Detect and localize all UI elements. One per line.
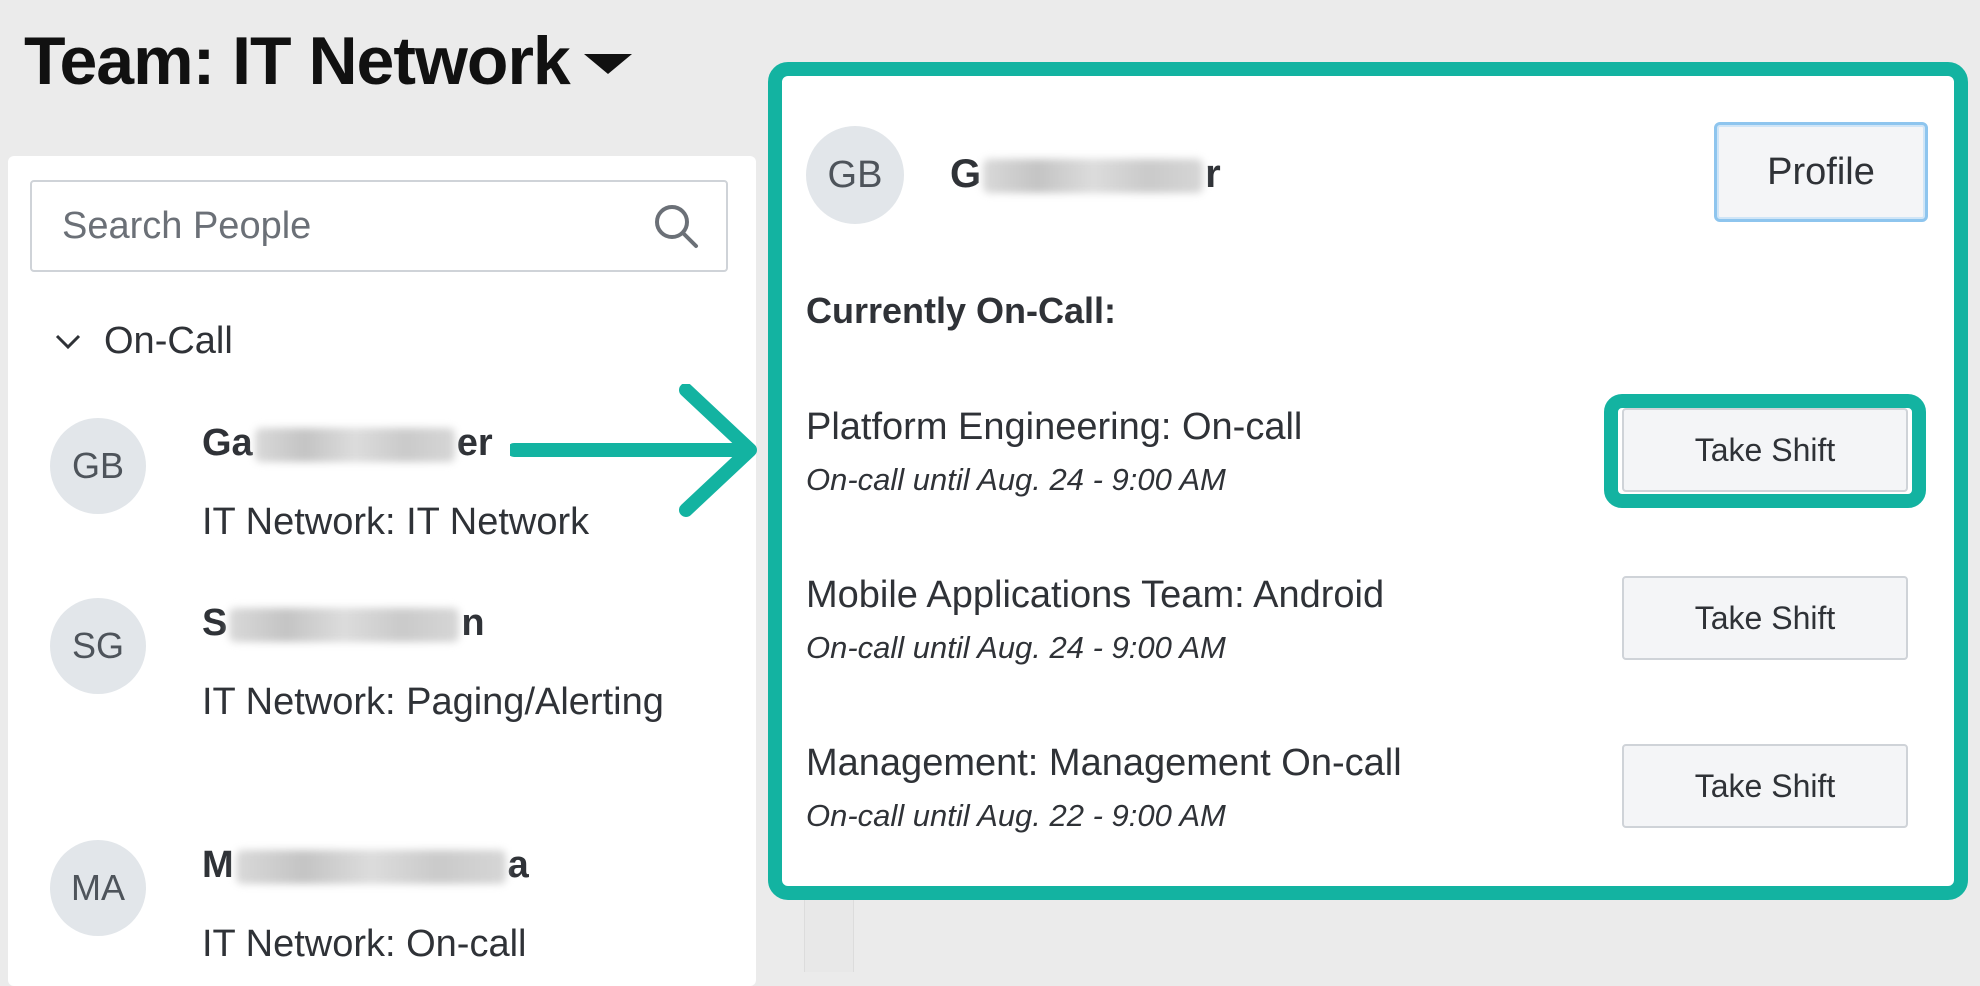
shift-title: Management: Management On-call: [806, 742, 1402, 784]
chevron-down-icon: [55, 334, 81, 349]
take-shift-button[interactable]: Take Shift: [1622, 744, 1908, 828]
section-label: On-Call: [104, 320, 233, 362]
popover-person-name: Gr: [950, 152, 1221, 196]
people-panel: On-Call GB Gaer IT Network: IT Network S…: [8, 156, 756, 986]
caret-down-icon[interactable]: [583, 54, 632, 74]
person-name: Ma: [202, 844, 529, 886]
redacted-name: [229, 607, 460, 642]
search-icon[interactable]: [650, 200, 702, 252]
redacted-name: [235, 849, 506, 884]
person-role: IT Network: On-call: [202, 923, 527, 965]
redacted-name: [983, 159, 1204, 194]
avatar: GB: [50, 418, 146, 514]
person-name: Sn: [202, 602, 485, 644]
shift-until: On-call until Aug. 22 - 9:00 AM: [806, 798, 1226, 833]
shift-title: Platform Engineering: On-call: [806, 406, 1303, 448]
avatar: GB: [806, 126, 904, 224]
person-name: Ga er: [202, 422, 493, 464]
shift-title: Mobile Applications Team: Android: [806, 574, 1385, 616]
avatar: MA: [50, 840, 146, 936]
search-field[interactable]: [30, 180, 728, 272]
redacted-name: [254, 427, 455, 462]
take-shift-button[interactable]: Take Shift: [1622, 576, 1908, 660]
shift-item: Management: Management On-call On-call u…: [806, 742, 1936, 852]
team-selector[interactable]: Team: IT Network: [24, 22, 632, 100]
team-title: Team: IT Network: [24, 23, 571, 99]
take-shift-button[interactable]: Take Shift: [1622, 408, 1908, 492]
currently-on-call-heading: Currently On-Call:: [806, 290, 1117, 331]
person-role: IT Network: Paging/Alerting: [202, 681, 664, 723]
search-input[interactable]: [32, 203, 650, 249]
profile-button[interactable]: Profile: [1714, 122, 1928, 222]
shift-until: On-call until Aug. 24 - 9:00 AM: [806, 462, 1226, 497]
arrow-right-icon: [510, 384, 757, 517]
shift-until: On-call until Aug. 24 - 9:00 AM: [806, 630, 1226, 665]
person-popover: GB Gr Profile Currently On-Call: Platfor…: [768, 62, 1968, 900]
shift-item: Mobile Applications Team: Android On-cal…: [806, 574, 1936, 684]
section-toggle-on-call[interactable]: On-Call: [54, 320, 233, 363]
shift-item: Platform Engineering: On-call On-call un…: [806, 394, 1936, 516]
avatar: SG: [50, 598, 146, 694]
